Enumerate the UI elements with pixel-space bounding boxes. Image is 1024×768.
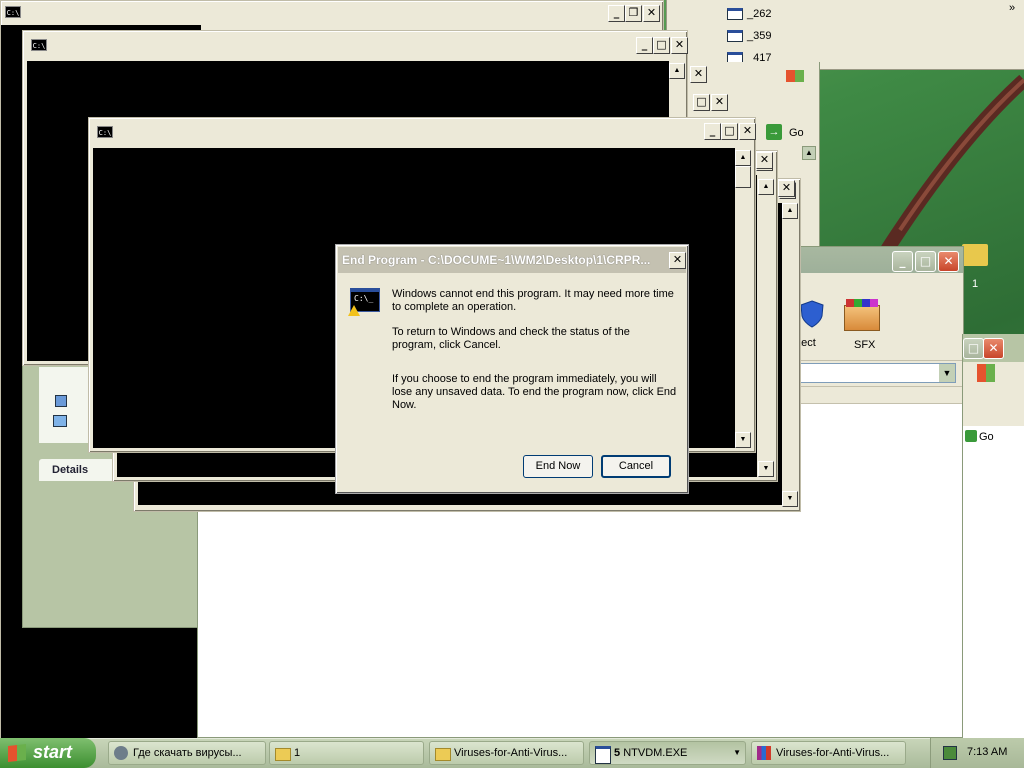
warning-icon bbox=[348, 305, 360, 316]
clock[interactable]: 7:13 AM bbox=[967, 746, 1007, 758]
minimize-button[interactable]: _ bbox=[608, 5, 625, 22]
window-icon bbox=[595, 746, 611, 764]
cmd-icon: C:\ bbox=[31, 39, 47, 51]
list-item-262[interactable]: _262 bbox=[727, 7, 847, 23]
close-button-stacked[interactable]: ✕ bbox=[711, 94, 728, 111]
cancel-button[interactable]: Cancel bbox=[601, 455, 671, 478]
network-icon[interactable] bbox=[53, 415, 67, 427]
taskbar-button-browser[interactable]: Где скачать вирусы... bbox=[108, 741, 266, 765]
taskbar-button-winrar[interactable]: Viruses-for-Anti-Virus... bbox=[751, 741, 906, 765]
toolbar-list-window: _262 _359 _417 » bbox=[666, 0, 1024, 70]
task-label: Viruses-for-Anti-Virus... bbox=[776, 747, 890, 759]
network-tray-icon[interactable] bbox=[943, 746, 957, 760]
scroll-up-button[interactable]: ▲ bbox=[758, 179, 774, 195]
address-input[interactable] bbox=[798, 363, 956, 383]
vertical-scrollbar[interactable] bbox=[735, 148, 751, 448]
tool-label: SFX bbox=[854, 339, 876, 351]
dialog-titlebar[interactable]: End Program - C:\DOCUME~1\WM2\Desktop\1\… bbox=[338, 247, 686, 273]
cmd-icon: C:\ bbox=[5, 6, 21, 18]
taskbar-button-folder-viruses[interactable]: Viruses-for-Anti-Virus... bbox=[429, 741, 584, 765]
dialog-message-2: To return to Windows and check the statu… bbox=[392, 326, 630, 351]
package-icon bbox=[844, 305, 880, 331]
task-label: 1 bbox=[294, 747, 301, 759]
scroll-up-button[interactable]: ▲ bbox=[669, 63, 685, 79]
browser-icon bbox=[114, 746, 128, 760]
folder-icon bbox=[275, 748, 291, 761]
cmd-icon: C:\ bbox=[97, 126, 113, 138]
minimize-button[interactable]: _ bbox=[636, 37, 653, 54]
taskbar-button-folder-1[interactable]: 1 bbox=[269, 741, 424, 765]
scroll-up-button[interactable]: ▲ bbox=[782, 203, 798, 219]
start-button[interactable]: start bbox=[0, 738, 96, 768]
end-now-button[interactable]: End Now bbox=[523, 455, 593, 478]
desktop-icon-label: 1 bbox=[972, 278, 979, 290]
chevron-more-icon[interactable]: » bbox=[1009, 2, 1015, 14]
go-label[interactable]: Go bbox=[979, 431, 994, 443]
scroll-down-button[interactable]: ▼ bbox=[782, 491, 798, 507]
program-icon-text: C:\_ bbox=[354, 294, 374, 303]
winrar-icon bbox=[757, 746, 771, 760]
list-item-label: _359 bbox=[747, 30, 772, 42]
scroll-up-button[interactable]: ▲ bbox=[735, 150, 751, 166]
shield-icon bbox=[800, 300, 824, 328]
scroll-down-button[interactable]: ▼ bbox=[735, 432, 751, 448]
task-label: Где скачать вирусы... bbox=[133, 747, 242, 759]
scroll-down-button[interactable]: ▼ bbox=[758, 461, 774, 477]
restore-button[interactable]: ❐ bbox=[625, 5, 642, 22]
close-button[interactable]: ✕ bbox=[669, 252, 686, 269]
close-button-stacked[interactable]: ✕ bbox=[756, 152, 773, 169]
close-button[interactable]: ✕ bbox=[983, 338, 1004, 359]
list-item-label: _262 bbox=[747, 8, 772, 20]
task-label: NTVDM.EXE bbox=[623, 747, 688, 759]
close-button[interactable]: ✕ bbox=[938, 251, 959, 272]
maximize-button-stacked[interactable]: □ bbox=[693, 94, 710, 111]
vertical-scrollbar[interactable] bbox=[757, 175, 775, 477]
maximize-button[interactable]: □ bbox=[653, 37, 670, 54]
address-dropdown-button[interactable]: ▼ bbox=[939, 364, 955, 382]
chevron-down-icon: ▼ bbox=[733, 748, 741, 757]
folder-icon bbox=[435, 748, 451, 761]
maximize-button[interactable]: □ bbox=[963, 338, 984, 359]
vertical-scrollbar[interactable] bbox=[782, 203, 798, 507]
window-icon bbox=[727, 8, 743, 20]
windows-logo-icon bbox=[977, 364, 995, 382]
windows-logo-icon bbox=[8, 744, 26, 762]
sfx-tool[interactable]: SFX bbox=[838, 299, 882, 351]
system-tray: 7:13 AM bbox=[930, 738, 1024, 768]
start-label: start bbox=[33, 742, 73, 762]
explorer-window-right: □ ✕ Go bbox=[962, 334, 1024, 738]
desktop-folder-icon[interactable] bbox=[962, 244, 988, 266]
window-icon bbox=[727, 30, 743, 42]
go-label[interactable]: Go bbox=[789, 127, 804, 139]
task-count: 5 bbox=[614, 747, 621, 759]
windows-logo-icon bbox=[786, 70, 804, 82]
scroll-thumb[interactable] bbox=[735, 166, 751, 188]
scroll-up-button[interactable]: ▲ bbox=[802, 146, 816, 160]
task-label: Viruses-for-Anti-Virus... bbox=[454, 747, 568, 759]
close-button[interactable]: ✕ bbox=[643, 5, 660, 22]
end-program-dialog: End Program - C:\DOCUME~1\WM2\Desktop\1\… bbox=[335, 244, 689, 494]
details-label: Details bbox=[52, 464, 89, 476]
close-button-stacked[interactable]: ✕ bbox=[778, 180, 795, 197]
close-button-stacked[interactable]: ✕ bbox=[690, 66, 707, 83]
close-button[interactable]: ✕ bbox=[671, 37, 688, 54]
computer-icon[interactable] bbox=[55, 395, 67, 407]
dialog-title: End Program - C:\DOCUME~1\WM2\Desktop\1\… bbox=[342, 253, 651, 267]
maximize-button[interactable]: □ bbox=[721, 123, 738, 140]
go-icon[interactable]: → bbox=[766, 124, 782, 140]
minimize-button[interactable]: _ bbox=[892, 251, 913, 272]
taskbar-group-ntvdm[interactable]: 5 NTVDM.EXE ▼ bbox=[589, 741, 746, 765]
close-button[interactable]: ✕ bbox=[739, 123, 756, 140]
minimize-button[interactable]: _ bbox=[704, 123, 721, 140]
list-item-359[interactable]: _359 bbox=[727, 29, 847, 45]
maximize-button[interactable]: □ bbox=[915, 251, 936, 272]
go-icon[interactable] bbox=[965, 430, 977, 442]
dialog-message-1: Windows cannot end this program. It may … bbox=[392, 288, 674, 313]
package-icon-books bbox=[846, 299, 878, 307]
dialog-message-3: If you choose to end the program immedia… bbox=[392, 373, 677, 411]
